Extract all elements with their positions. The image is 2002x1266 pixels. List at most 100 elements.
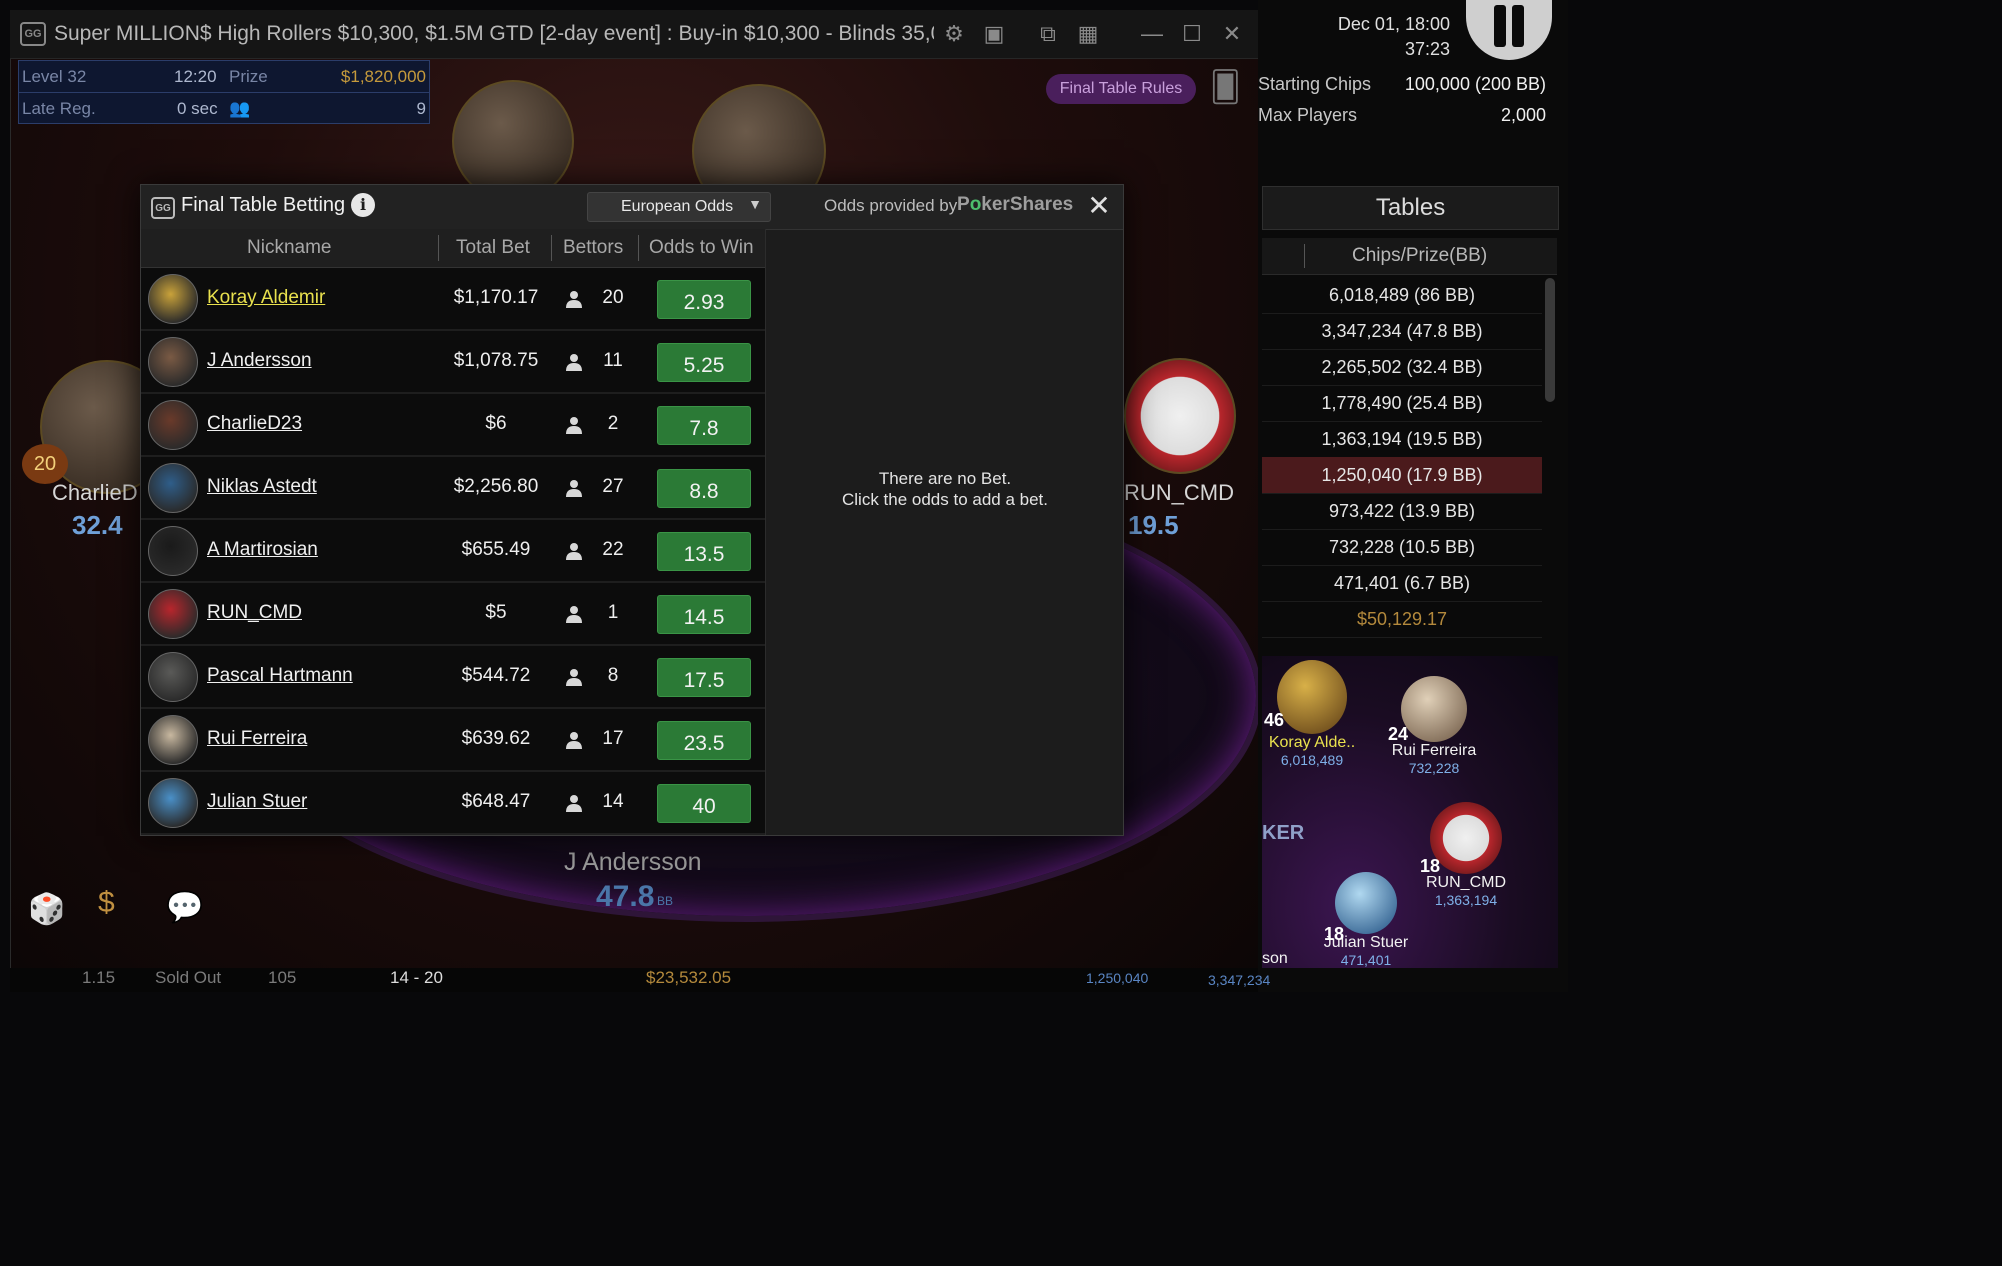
bettors-person-icon: [566, 291, 582, 308]
bottom-strip-range: 14 - 20: [390, 968, 443, 987]
close-window-icon[interactable]: ✕: [1212, 21, 1252, 47]
player-nickname-link[interactable]: Koray Aldemir: [207, 287, 325, 309]
player-nickname-link[interactable]: Pascal Hartmann: [207, 665, 353, 687]
bottom-strip-status: Sold Out: [155, 968, 222, 987]
odds-format-select[interactable]: European Odds ▼: [587, 192, 771, 222]
bettors-person-icon: [566, 417, 582, 434]
player-row: Koray Aldemir $1,170.17 20 2.93: [141, 268, 765, 331]
player-bettors-count: 1: [607, 602, 619, 623]
odds-to-win-button[interactable]: 14.5: [657, 595, 751, 634]
odds-to-win-button[interactable]: 23.5: [657, 721, 751, 760]
player-nickname-link[interactable]: A Martirosian: [207, 539, 318, 561]
ggpoker-logo-icon: GG: [151, 197, 175, 219]
seat-avatar-run-cmd[interactable]: [1124, 358, 1236, 474]
player-nickname-link[interactable]: Julian Stuer: [207, 791, 307, 813]
player-nickname-link[interactable]: Rui Ferreira: [207, 728, 307, 750]
odds-to-win-button[interactable]: 2.93: [657, 280, 751, 319]
chevron-down-icon: ▼: [748, 196, 762, 212]
layout-icon[interactable]: ▣: [974, 21, 1014, 47]
player-total-bet: $6: [485, 413, 507, 434]
odds-to-win-button[interactable]: 5.25: [657, 343, 751, 382]
odds-to-win-button[interactable]: 13.5: [657, 532, 751, 571]
player-bettors-count: 8: [607, 665, 619, 686]
cards-icon[interactable]: 🂠: [1210, 70, 1244, 104]
player-nickname-link[interactable]: J Andersson: [207, 350, 312, 372]
player-avatar: [148, 337, 198, 387]
chip-row[interactable]: 6,018,489 (86 BB): [1262, 277, 1542, 314]
mini-seat-julian[interactable]: Julian Stuer 471,401: [1318, 872, 1414, 968]
chip-row[interactable]: 973,422 (13.9 BB): [1262, 493, 1542, 530]
chip-row[interactable]: 732,228 (10.5 BB): [1262, 529, 1542, 566]
player-total-bet: $2,256.80: [453, 476, 539, 497]
pokershares-logo: PokerShares: [957, 194, 1073, 216]
starting-chips-label: Starting Chips: [1258, 74, 1372, 94]
info-icon[interactable]: i: [351, 193, 375, 217]
bettors-person-icon: [566, 480, 582, 497]
seat-stack-j-andersson: 47.8: [596, 880, 655, 913]
close-icon[interactable]: ✕: [1085, 191, 1113, 221]
player-nickname-link[interactable]: RUN_CMD: [207, 602, 302, 624]
odds-to-win-button[interactable]: 40: [657, 784, 751, 823]
player-nickname-link[interactable]: Niklas Astedt: [207, 476, 317, 498]
late-reg-value: 0 sec: [177, 99, 218, 118]
table-logo-text: KER: [1262, 822, 1305, 844]
dialog-title: Final Table Betting: [181, 194, 346, 216]
chip-row[interactable]: 3,347,234 (47.8 BB): [1262, 313, 1542, 350]
player-bettors-count: 22: [602, 539, 624, 560]
mini-avatar: [1277, 660, 1347, 734]
seat-level-badge: 20: [22, 444, 68, 484]
final-table-rules-button[interactable]: Final Table Rules: [1046, 74, 1196, 104]
chip-row[interactable]: 2,265,502 (32.4 BB): [1262, 349, 1542, 386]
player-row: RUN_CMD $5 1 14.5: [141, 583, 765, 646]
dice-icon[interactable]: 🎲: [28, 892, 65, 927]
bettors-person-icon: [566, 354, 582, 371]
player-bettors-count: 27: [602, 476, 624, 497]
brand-part: o: [969, 194, 982, 215]
seat-stack-unit: BB: [657, 894, 674, 908]
chip-row-prize[interactable]: $50,129.17: [1262, 601, 1542, 638]
odds-to-win-button[interactable]: 17.5: [657, 658, 751, 697]
player-row: CharlieD23 $6 2 7.8: [141, 394, 765, 457]
seat-name-j-andersson: J Andersson: [564, 848, 702, 876]
tables-scrollbar[interactable]: [1545, 278, 1555, 402]
player-row: J Andersson $1,078.75 11 5.25: [141, 331, 765, 394]
player-avatar: [148, 400, 198, 450]
settings-gear-icon[interactable]: ⚙: [934, 21, 974, 47]
player-bettors-count: 2: [607, 413, 619, 434]
player-nickname-link[interactable]: CharlieD23: [207, 413, 302, 435]
bettors-person-icon: [566, 543, 582, 560]
tile-windows-icon[interactable]: ▦: [1068, 21, 1108, 47]
prize-value: $1,820,000: [340, 67, 426, 86]
mini-seat-chips: 471,401: [1340, 952, 1392, 968]
ggpoker-logo-icon: GG: [20, 22, 46, 46]
player-total-bet: $655.49: [461, 539, 531, 560]
chip-row[interactable]: 1,363,194 (19.5 BB): [1262, 421, 1542, 458]
odds-to-win-button[interactable]: 7.8: [657, 406, 751, 445]
minimize-icon[interactable]: —: [1132, 21, 1172, 47]
mini-seat-run-cmd[interactable]: RUN_CMD 1,363,194: [1418, 802, 1514, 908]
chip-row[interactable]: 471,401 (6.7 BB): [1262, 565, 1542, 602]
clock-time: 37:23: [1404, 39, 1450, 59]
player-total-bet: $648.47: [461, 791, 531, 812]
mini-avatar: [1430, 802, 1502, 874]
bettors-person-icon: [566, 732, 582, 749]
odds-to-win-button[interactable]: 8.8: [657, 469, 751, 508]
chips-column-header[interactable]: Chips/Prize(BB): [1262, 238, 1557, 275]
dollar-horse-icon[interactable]: $: [98, 886, 115, 920]
header-nickname: Nickname: [247, 237, 332, 258]
mini-table-preview[interactable]: Koray Alde.. 6,018,489 46 Rui Ferreira 7…: [1262, 656, 1558, 968]
tables-tab[interactable]: Tables: [1262, 186, 1559, 230]
tournament-info-box: Level 32 12:20 Prize $1,820,000 Late Reg…: [18, 60, 430, 124]
bet-slip-panel: There are no Bet. Click the odds to add …: [765, 229, 1124, 835]
mini-avatar: [1401, 676, 1467, 742]
mini-seat-name: son: [1262, 950, 1288, 967]
level-label: Level 32: [22, 67, 87, 86]
chip-row[interactable]: 1,778,490 (25.4 BB): [1262, 385, 1542, 422]
player-bettors-count: 20: [602, 287, 624, 308]
mini-seat-level: 24: [1388, 724, 1409, 744]
cascade-windows-icon[interactable]: ⧉: [1028, 21, 1068, 47]
chat-icon[interactable]: 💬: [166, 890, 203, 925]
maximize-icon[interactable]: ☐: [1172, 21, 1212, 47]
chip-row-selected[interactable]: 1,250,040 (17.9 BB): [1262, 457, 1542, 494]
mini-seat-chips: 732,228: [1408, 760, 1460, 776]
